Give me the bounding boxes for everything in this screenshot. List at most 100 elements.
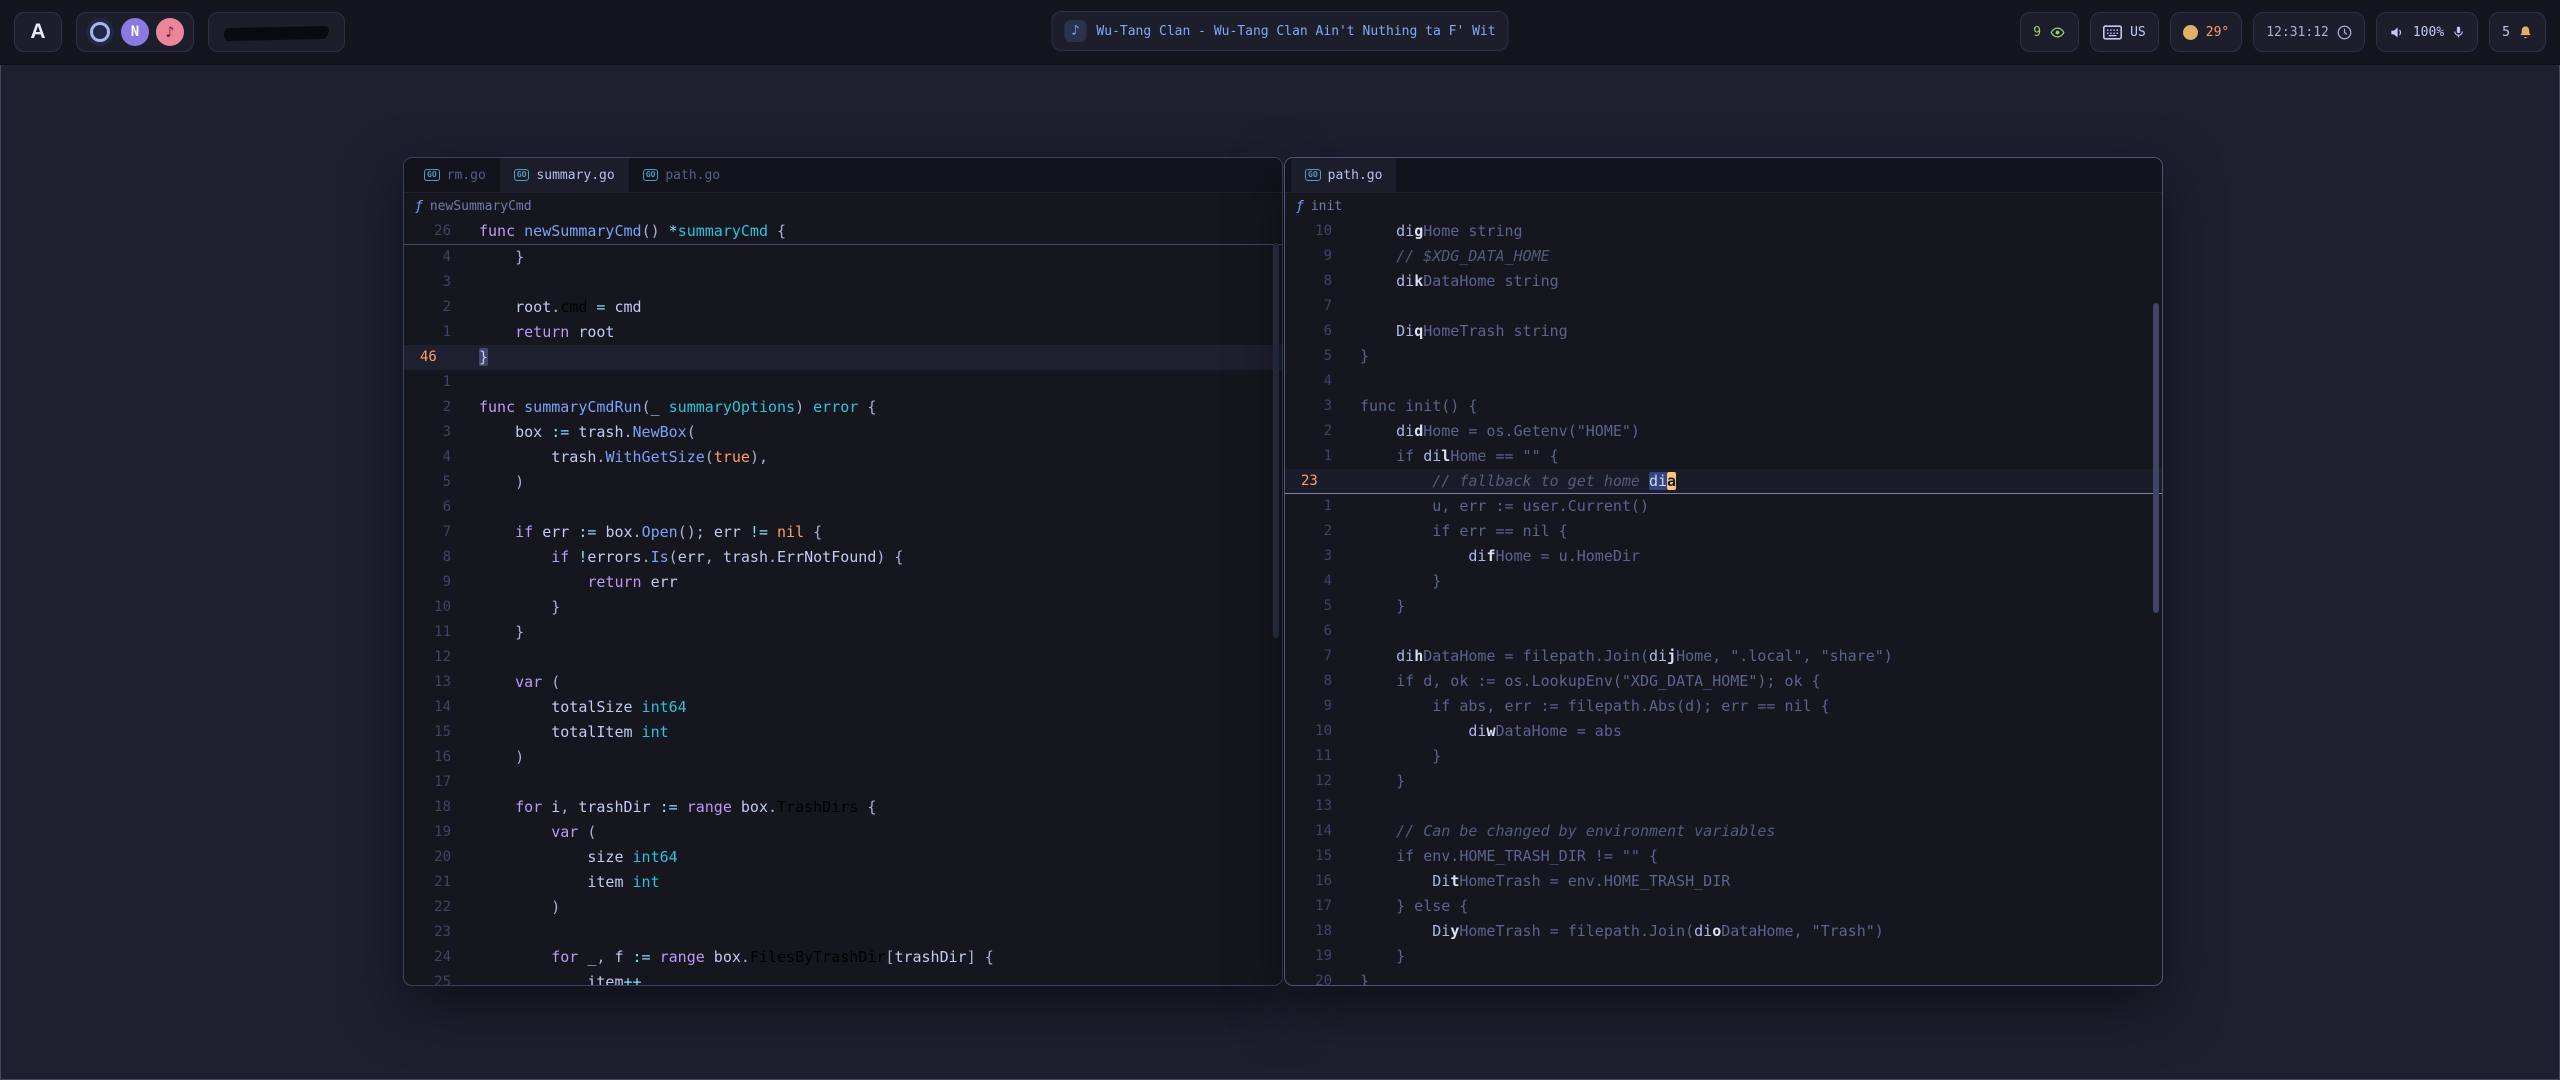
code-line[interactable]: 14 // Can be changed by environment vari… [1285, 819, 2162, 844]
media-player-widget[interactable]: ♪ Wu-Tang Clan - Wu-Tang Clan Ain't Nuth… [1051, 11, 1508, 51]
code-area[interactable]: 10 digHome string9 // $XDG_DATA_HOME8 di… [1285, 219, 2162, 985]
code-token: err [642, 573, 678, 591]
code-line[interactable]: 2func summaryCmdRun(_ summaryOptions) er… [404, 395, 1282, 420]
code-line[interactable]: 16 DitHomeTrash = env.HOME_TRASH_DIR [1285, 869, 2162, 894]
code-line[interactable]: 6 DiqHomeTrash string [1285, 319, 2162, 344]
scrollbar[interactable] [2153, 303, 2159, 613]
code-line[interactable]: 2 didHome = os.Getenv("HOME") [1285, 419, 2162, 444]
code-line[interactable]: 5} [1285, 344, 2162, 369]
line-number: 1 [1285, 444, 1332, 469]
code-line[interactable]: 25 item++ [404, 970, 1282, 985]
code-line[interactable]: 7 if err := box.Open(); err != nil { [404, 520, 1282, 545]
top-bar-right: 9 US 29° 12:31:12 [2020, 0, 2546, 64]
code-token: := [624, 948, 660, 966]
code-token [1360, 722, 1468, 740]
code-line[interactable]: 1 return root [404, 320, 1282, 345]
code-line[interactable]: 13 var ( [404, 670, 1282, 695]
code-line[interactable]: 22 ) [404, 895, 1282, 920]
code-line[interactable]: 20} [1285, 969, 2162, 985]
code-token: ) [479, 898, 560, 916]
line-number: 15 [404, 720, 451, 745]
code-line[interactable]: 23 // fallback to get home dia [1285, 469, 2162, 494]
code-line[interactable]: 17 [404, 770, 1282, 795]
notifications-widget[interactable]: 5 [2489, 12, 2546, 52]
code-line[interactable]: 11 } [1285, 744, 2162, 769]
code-line[interactable]: 19 var ( [404, 820, 1282, 845]
code-token: errors [587, 548, 641, 566]
code-line[interactable]: 17 } else { [1285, 894, 2162, 919]
app-launcher-button[interactable]: A [14, 12, 62, 52]
tab-path-go[interactable]: GO path.go [629, 158, 734, 192]
line-text: if env.HOME_TRASH_DIR != "" { [1360, 844, 1658, 869]
code-line[interactable]: 2 root.cmd = cmd [404, 295, 1282, 320]
workspace-icon-disc[interactable] [86, 18, 114, 46]
code-line[interactable]: 8 if !errors.Is(err, trash.ErrNotFound) … [404, 545, 1282, 570]
code-token: { [858, 798, 876, 816]
line-text: u, err := user.Current() [1360, 494, 1649, 519]
code-line[interactable]: 26func newSummaryCmd() *summaryCmd { [404, 219, 1282, 244]
code-line[interactable]: 8 if d, ok := os.LookupEnv("XDG_DATA_HOM… [1285, 669, 2162, 694]
code-line[interactable]: 23 [404, 920, 1282, 945]
notification-count: 5 [2502, 25, 2510, 40]
code-line[interactable]: 18 for i, trashDir := range box.TrashDir… [404, 795, 1282, 820]
code-token: cmd [560, 298, 587, 316]
code-line[interactable]: 12 [404, 645, 1282, 670]
code-line[interactable]: 21 item int [404, 870, 1282, 895]
tab-rm-go[interactable]: GO rm.go [410, 158, 500, 192]
workspace-icon-neovim[interactable]: N [121, 18, 149, 46]
code-line[interactable]: 1 [404, 370, 1282, 395]
code-line[interactable]: 6 [404, 495, 1282, 520]
code-line[interactable]: 12 } [1285, 769, 2162, 794]
code-line[interactable]: 24 for _, f := range box.FilesByTrashDir… [404, 945, 1282, 970]
code-line[interactable]: 4 trash.WithGetSize(true), [404, 445, 1282, 470]
code-line[interactable]: 15 if env.HOME_TRASH_DIR != "" { [1285, 844, 2162, 869]
code-line[interactable]: 1 if dilHome == "" { [1285, 444, 2162, 469]
code-line[interactable]: 3 box := trash.NewBox( [404, 420, 1282, 445]
code-line[interactable]: 9 return err [404, 570, 1282, 595]
code-line[interactable]: 8 dikDataHome string [1285, 269, 2162, 294]
code-line[interactable]: 18 DiyHomeTrash = filepath.Join(dioDataH… [1285, 919, 2162, 944]
code-line[interactable]: 1 u, err := user.Current() [1285, 494, 2162, 519]
code-line[interactable]: 10 digHome string [1285, 219, 2162, 244]
code-area[interactable]: 4 }32 root.cmd = cmd1 return root46}12fu… [404, 245, 1282, 985]
code-line[interactable]: 5 ) [404, 470, 1282, 495]
code-line[interactable]: 10 } [404, 595, 1282, 620]
code-line[interactable]: 46} [404, 345, 1282, 370]
code-line[interactable]: 9 // $XDG_DATA_HOME [1285, 244, 2162, 269]
weather-widget[interactable]: 29° [2170, 12, 2242, 52]
code-line[interactable]: 7 dihDataHome = filepath.Join(dijHome, "… [1285, 644, 2162, 669]
workspace-icon-music[interactable]: ♪ [156, 18, 184, 46]
code-line[interactable]: 15 totalItem int [404, 720, 1282, 745]
line-text: if err := box.Open(); err != nil { [479, 520, 822, 545]
clock-widget[interactable]: 12:31:12 [2253, 12, 2365, 52]
code-line[interactable]: 13 [1285, 794, 2162, 819]
code-line[interactable]: 11 } [404, 620, 1282, 645]
line-text: ) [479, 470, 524, 495]
scrollbar[interactable] [1273, 243, 1279, 638]
code-token: j [1667, 647, 1676, 665]
code-line[interactable]: 10 diwDataHome = abs [1285, 719, 2162, 744]
code-line[interactable]: 20 size int64 [404, 845, 1282, 870]
code-line[interactable]: 3 difHome = u.HomeDir [1285, 544, 2162, 569]
idle-inhibitor-widget[interactable]: 9 [2020, 12, 2079, 52]
code-line[interactable]: 9 if abs, err := filepath.Abs(d); err ==… [1285, 694, 2162, 719]
code-token: err [714, 523, 741, 541]
code-line[interactable]: 3 [404, 270, 1282, 295]
code-line[interactable]: 6 [1285, 619, 2162, 644]
line-text: } [479, 595, 560, 620]
code-line[interactable]: 4 } [1285, 569, 2162, 594]
code-line[interactable]: 7 [1285, 294, 2162, 319]
keyboard-layout-widget[interactable]: US [2090, 12, 2159, 52]
audio-widget[interactable]: 100% [2376, 12, 2478, 52]
tab-summary-go[interactable]: GO summary.go [500, 158, 629, 192]
code-line[interactable]: 4 } [404, 245, 1282, 270]
code-line[interactable]: 19 } [1285, 944, 2162, 969]
code-line[interactable]: 3func init() { [1285, 394, 2162, 419]
code-line[interactable]: 2 if err == nil { [1285, 519, 2162, 544]
code-token: ! [569, 548, 587, 566]
tab-path-go[interactable]: GO path.go [1291, 158, 1396, 192]
code-line[interactable]: 16 ) [404, 745, 1282, 770]
code-line[interactable]: 14 totalSize int64 [404, 695, 1282, 720]
code-line[interactable]: 5 } [1285, 594, 2162, 619]
code-line[interactable]: 4 [1285, 369, 2162, 394]
